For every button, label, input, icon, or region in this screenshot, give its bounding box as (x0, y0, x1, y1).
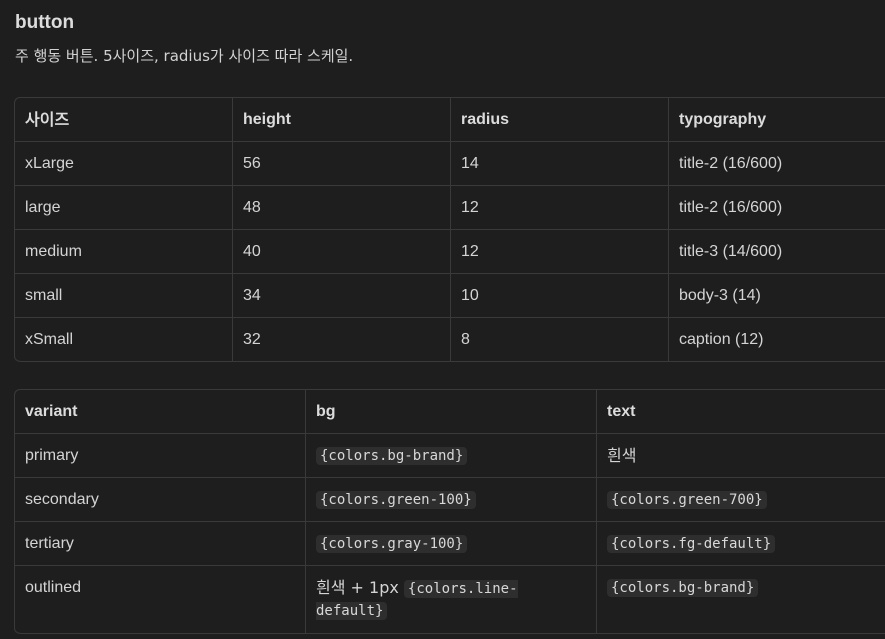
table-header-cell: text (597, 390, 885, 434)
table-cell: 8 (451, 318, 669, 362)
table-header-cell: 사이즈 (15, 98, 233, 142)
table-cell: body-3 (14) (669, 274, 885, 318)
table-cell: 48 (233, 186, 451, 230)
cell-text: 흰색 + 1px (316, 578, 404, 597)
table-cell: 10 (451, 274, 669, 318)
inline-code: {colors.bg-brand} (607, 579, 759, 597)
table-cell: 32 (233, 318, 451, 362)
page-title: button (15, 12, 75, 33)
table-row: secondary {colors.green-100} {colors.gre… (15, 478, 885, 522)
variant-table: variant bg text primary {colors.bg-brand… (14, 389, 885, 634)
table-cell: 56 (233, 142, 451, 186)
inline-code: {colors.fg-default} (607, 535, 776, 553)
table-cell: large (15, 186, 233, 230)
table-header-row: 사이즈 height radius typography (15, 98, 885, 142)
table-row: small 34 10 body-3 (14) (15, 274, 885, 318)
table-row: medium 40 12 title-3 (14/600) (15, 230, 885, 274)
table-row: xSmall 32 8 caption (12) (15, 318, 885, 362)
table-cell: small (15, 274, 233, 318)
table-cell: outlined (15, 566, 306, 634)
table-cell: caption (12) (669, 318, 885, 362)
table-header-cell: typography (669, 98, 885, 142)
table-row: tertiary {colors.gray-100} {colors.fg-de… (15, 522, 885, 566)
table-cell: 34 (233, 274, 451, 318)
inline-code: {colors.bg-brand} (316, 447, 468, 465)
table-cell: xLarge (15, 142, 233, 186)
table-cell: {colors.gray-100} (306, 522, 597, 566)
table-cell: {colors.green-100} (306, 478, 597, 522)
table-header-cell: variant (15, 390, 306, 434)
table-cell: {colors.green-700} (597, 478, 885, 522)
table-cell: 흰색 (597, 434, 885, 478)
size-table: 사이즈 height radius typography xLarge 56 1… (14, 97, 885, 362)
table-row: outlined 흰색 + 1px {colors.line-default} … (15, 566, 885, 634)
table-cell: {colors.bg-brand} (597, 566, 885, 634)
table-cell: xSmall (15, 318, 233, 362)
table-header-row: variant bg text (15, 390, 885, 434)
table-cell: {colors.fg-default} (597, 522, 885, 566)
table-row: primary {colors.bg-brand} 흰색 (15, 434, 885, 478)
table-cell: 흰색 + 1px {colors.line-default} (306, 566, 597, 634)
page-description: 주 행동 버튼. 5사이즈, radius가 사이즈 따라 스케일. (15, 47, 354, 65)
table-cell: title-2 (16/600) (669, 186, 885, 230)
table-cell: medium (15, 230, 233, 274)
table-cell: tertiary (15, 522, 306, 566)
table-cell: 40 (233, 230, 451, 274)
table-header-cell: radius (451, 98, 669, 142)
inline-code: {colors.green-700} (607, 491, 767, 509)
table-header-cell: height (233, 98, 451, 142)
table-cell: title-2 (16/600) (669, 142, 885, 186)
table-cell: {colors.bg-brand} (306, 434, 597, 478)
table-cell: 14 (451, 142, 669, 186)
table-cell: secondary (15, 478, 306, 522)
inline-code: {colors.gray-100} (316, 535, 468, 553)
table-row: large 48 12 title-2 (16/600) (15, 186, 885, 230)
table-cell: 12 (451, 186, 669, 230)
table-cell: 12 (451, 230, 669, 274)
table-cell: primary (15, 434, 306, 478)
table-row: xLarge 56 14 title-2 (16/600) (15, 142, 885, 186)
table-cell: title-3 (14/600) (669, 230, 885, 274)
table-header-cell: bg (306, 390, 597, 434)
inline-code: {colors.green-100} (316, 491, 476, 509)
